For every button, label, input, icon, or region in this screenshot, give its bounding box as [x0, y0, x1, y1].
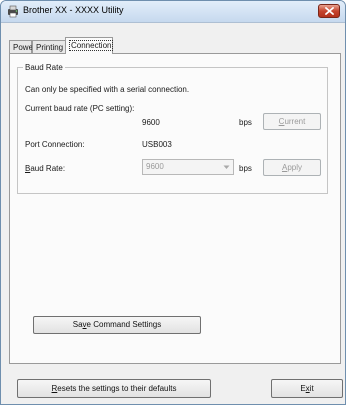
reset-defaults-button[interactable]: Resets the settings to their defaults [17, 379, 211, 398]
current-baud-value: 9600 [142, 118, 160, 127]
port-connection-value: USB003 [142, 140, 172, 149]
printer-app-icon [6, 4, 20, 18]
apply-button[interactable]: Apply [263, 159, 321, 176]
chevron-down-icon [223, 165, 230, 169]
tab-printing-label: Printing [36, 43, 64, 52]
port-connection-label: Port Connection: [25, 140, 85, 149]
save-command-settings-button[interactable]: Save Command Settings [33, 316, 201, 334]
serial-note: Can only be specified with a serial conn… [25, 85, 190, 94]
exit-button[interactable]: Exit [271, 379, 343, 398]
tab-connection-label: Connection [69, 40, 114, 51]
current-baud-label: Current baud rate (PC setting): [25, 104, 135, 113]
baud-rate-select-value: 9600 [146, 162, 164, 171]
baud-rate-unit: bps [239, 164, 252, 173]
baud-rate-group-legend: Baud Rate [23, 63, 65, 72]
tab-connection[interactable]: Connection [65, 37, 114, 54]
close-button[interactable] [318, 4, 340, 18]
tab-printing[interactable]: Printing [32, 40, 66, 53]
baud-rate-label: Baud Rate: [25, 164, 66, 173]
current-button[interactable]: Current [263, 113, 321, 130]
current-baud-unit: bps [239, 118, 252, 127]
title-bar[interactable]: Brother XX - XXXX Utility [1, 1, 345, 23]
close-icon [325, 7, 334, 15]
window-title: Brother XX - XXXX Utility [23, 5, 124, 15]
tab-power[interactable]: Power [9, 40, 36, 53]
utility-window: Brother XX - XXXX Utility Power Printing… [0, 0, 346, 405]
baud-rate-select[interactable]: 9600 [142, 159, 234, 175]
